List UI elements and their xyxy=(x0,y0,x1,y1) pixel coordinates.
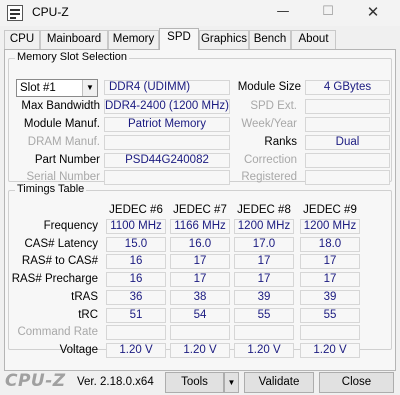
dram-manuf-field xyxy=(104,135,230,150)
timings-row-label: tRAS xyxy=(71,291,98,303)
maximize-button[interactable]: ☐ xyxy=(305,0,351,26)
timings-cell: 17 xyxy=(234,254,294,269)
spd-ext-label: SPD Ext. xyxy=(250,100,297,112)
timings-cell: 39 xyxy=(300,290,360,305)
slot-select-value: Slot #1 xyxy=(20,82,56,94)
validate-button[interactable]: Validate xyxy=(244,372,314,393)
close-button[interactable]: Close xyxy=(319,372,394,393)
timings-cell xyxy=(300,325,360,340)
slot-select[interactable]: Slot #1 ▼ xyxy=(16,79,98,97)
timings-column-header: JEDEC #6 xyxy=(109,204,163,216)
timings-cell: 17 xyxy=(300,254,360,269)
timings-cell xyxy=(170,325,230,340)
module-manuf-label: Module Manuf. xyxy=(23,118,100,130)
timings-cell: 1166 MHz xyxy=(170,219,230,234)
tab-mainboard[interactable]: Mainboard xyxy=(40,30,108,49)
timings-column-header: JEDEC #8 xyxy=(237,204,291,216)
timings-cell xyxy=(106,325,166,340)
tab-bench[interactable]: Bench xyxy=(249,30,291,49)
timings-cell: 38 xyxy=(170,290,230,305)
timings-cell: 1200 MHz xyxy=(300,219,360,234)
timings-column-header: JEDEC #9 xyxy=(303,204,357,216)
correction-label: Correction xyxy=(243,154,297,166)
version-label: Ver. 2.18.0.x64 xyxy=(77,376,154,388)
timings-cell: 54 xyxy=(170,308,230,323)
dram-manuf-label: DRAM Manuf. xyxy=(27,136,100,148)
timings-cell: 1.20 V xyxy=(300,343,360,358)
timings-group-title: Timings Table xyxy=(15,183,87,195)
tab-strip: CPU Mainboard Memory SPD Graphics Bench … xyxy=(4,28,396,50)
timings-cell: 36 xyxy=(106,290,166,305)
module-size-field: 4 GBytes xyxy=(305,80,390,95)
timings-row-label: RAS# Precharge xyxy=(11,273,98,285)
chevron-down-icon[interactable]: ▼ xyxy=(82,80,97,96)
timings-cell: 17 xyxy=(170,254,230,269)
timings-cell xyxy=(234,325,294,340)
tab-about[interactable]: About xyxy=(291,30,336,49)
timings-cell: 15.0 xyxy=(106,237,166,252)
spd-panel: Memory Slot Selection Slot #1 ▼ DDR4 (UD… xyxy=(4,49,396,371)
timings-cell: 16 xyxy=(106,254,166,269)
timings-cell: 1.20 V xyxy=(234,343,294,358)
timings-row-label: Frequency xyxy=(43,220,98,232)
window-title: CPU-Z xyxy=(32,5,69,19)
serial-number-field xyxy=(104,170,230,185)
module-manuf-field: Patriot Memory xyxy=(104,117,230,132)
timings-cell: 18.0 xyxy=(300,237,360,252)
week-year-label: Week/Year xyxy=(241,118,297,130)
module-size-label: Module Size xyxy=(237,81,301,93)
window-close-button[interactable]: ✕ xyxy=(350,0,396,26)
part-number-label: Part Number xyxy=(34,154,100,166)
ranks-field: Dual xyxy=(305,135,390,150)
timings-cell: 16 xyxy=(106,272,166,287)
timings-row-label: CAS# Latency xyxy=(24,238,98,250)
timings-cell: 1.20 V xyxy=(170,343,230,358)
minimize-button[interactable]: — xyxy=(260,0,306,26)
timings-cell: 1200 MHz xyxy=(234,219,294,234)
timings-cell: 17 xyxy=(300,272,360,287)
timings-cell: 55 xyxy=(300,308,360,323)
timings-cell: 16.0 xyxy=(170,237,230,252)
title-bar[interactable]: CPU-Z — ☐ ✕ xyxy=(0,0,400,26)
footer-bar: CPU-Z Ver. 2.18.0.x64 Tools ▼ Validate C… xyxy=(0,371,400,395)
max-bandwidth-label: Max Bandwidth xyxy=(21,100,100,112)
tab-spd[interactable]: SPD xyxy=(159,28,199,50)
registered-field xyxy=(305,170,390,185)
week-year-field xyxy=(305,117,390,132)
tab-memory[interactable]: Memory xyxy=(108,30,159,49)
correction-field xyxy=(305,153,390,168)
timings-cell: 1100 MHz xyxy=(106,219,166,234)
timings-row-label: Voltage xyxy=(59,344,98,356)
spd-ext-field xyxy=(305,99,390,114)
timings-cell: 17.0 xyxy=(234,237,294,252)
timings-column-header: JEDEC #7 xyxy=(173,204,227,216)
timings-cell: 55 xyxy=(234,308,294,323)
timings-cell: 39 xyxy=(234,290,294,305)
timings-cell: 17 xyxy=(170,272,230,287)
registered-label: Registered xyxy=(241,171,297,183)
cpu-z-app-icon xyxy=(7,5,23,21)
max-bandwidth-field: DDR4-2400 (1200 MHz) xyxy=(104,99,230,114)
timings-row-label: Command Rate xyxy=(17,326,98,338)
timings-row-label: RAS# to CAS# xyxy=(21,255,98,267)
part-number-field: PSD44G240082 xyxy=(104,153,230,168)
memory-slot-group-title: Memory Slot Selection xyxy=(15,51,130,63)
ranks-label: Ranks xyxy=(264,136,297,148)
memory-type-field: DDR4 (UDIMM) xyxy=(104,80,230,95)
timings-group: Timings Table JEDEC #6 JEDEC #7 JEDEC #8 JE… xyxy=(8,183,392,358)
tools-button[interactable]: Tools xyxy=(165,372,224,393)
timings-cell: 1.20 V xyxy=(106,343,166,358)
timings-cell: 51 xyxy=(106,308,166,323)
timings-row-label: tRC xyxy=(78,309,98,321)
tab-cpu[interactable]: CPU xyxy=(4,30,40,49)
tools-dropdown-chevron-down-icon[interactable]: ▼ xyxy=(224,372,239,393)
cpu-z-logo: CPU-Z xyxy=(5,371,66,391)
timings-cell: 17 xyxy=(234,272,294,287)
memory-slot-group: Memory Slot Selection Slot #1 ▼ DDR4 (UD… xyxy=(8,51,392,185)
serial-number-label: Serial Number xyxy=(26,171,101,183)
tab-graphics[interactable]: Graphics xyxy=(199,30,249,49)
